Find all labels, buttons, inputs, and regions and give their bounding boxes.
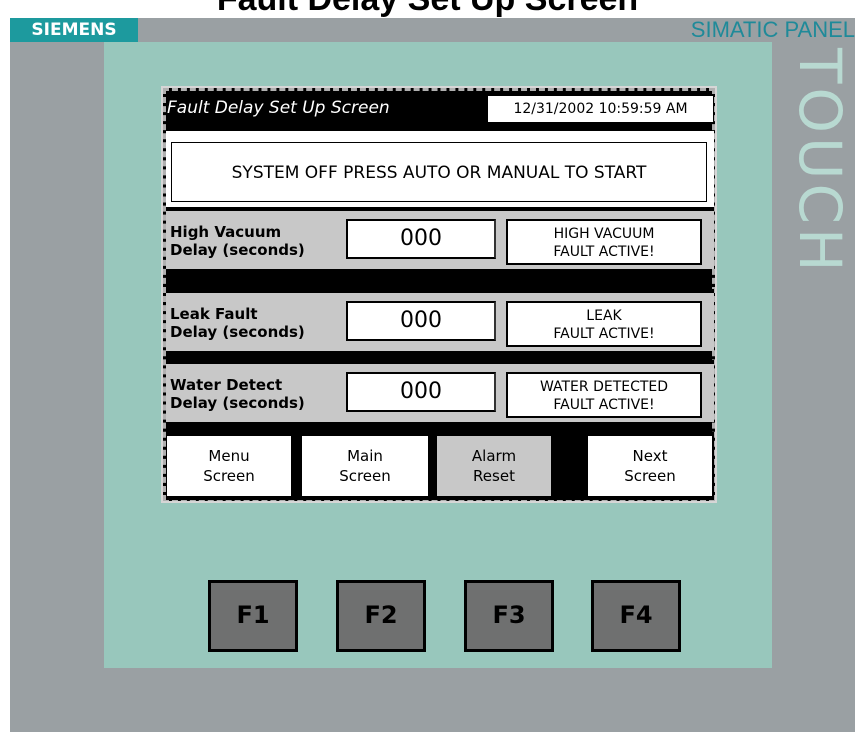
fault-line1: LEAK — [586, 308, 622, 324]
datetime-display: 12/31/2002 10:59:59 AM — [488, 96, 713, 122]
row-label-line1: Water Detect — [170, 376, 283, 394]
high-vacuum-delay-input[interactable]: 000 — [346, 219, 496, 259]
nav-label-line2: Screen — [624, 467, 676, 485]
leak-fault-row: Leak Fault Delay (seconds) 000 LEAK FAUL… — [166, 289, 714, 351]
high-vacuum-fault-indicator: HIGH VACUUM FAULT ACTIVE! — [506, 219, 702, 265]
f2-key[interactable]: F2 — [336, 580, 426, 652]
nav-label-line1: Alarm — [471, 447, 517, 465]
nav-label-line1: Menu — [208, 447, 250, 465]
status-message: SYSTEM OFF PRESS AUTO OR MANUAL TO START — [171, 142, 707, 202]
simatic-panel-label: SIMATIC PANEL — [690, 17, 855, 42]
row-label-line1: High Vacuum — [170, 223, 282, 241]
nav-label-line1: Next — [632, 447, 668, 465]
leak-fault-indicator: LEAK FAULT ACTIVE! — [506, 301, 702, 347]
nav-label-line2: Reset — [473, 467, 515, 485]
touch-label: TOUCH — [786, 48, 854, 276]
water-detect-fault-indicator: WATER DETECTED FAULT ACTIVE! — [506, 372, 702, 418]
fault-line2: FAULT ACTIVE! — [553, 326, 655, 342]
f3-key[interactable]: F3 — [464, 580, 554, 652]
row-label-line2: Delay (seconds) — [170, 241, 305, 259]
water-detect-row: Water Detect Delay (seconds) 000 WATER D… — [166, 360, 714, 422]
screen-title: Fault Delay Set Up Screen — [167, 98, 390, 118]
water-detect-delay-input[interactable]: 000 — [346, 372, 496, 412]
row-label-line2: Delay (seconds) — [170, 323, 305, 341]
next-screen-button[interactable]: Next Screen — [588, 436, 712, 496]
siemens-logo: SIEMENS — [10, 18, 138, 42]
f4-key[interactable]: F4 — [591, 580, 681, 652]
fault-line2: FAULT ACTIVE! — [553, 244, 655, 260]
fault-line1: WATER DETECTED — [539, 379, 669, 395]
menu-screen-button[interactable]: Menu Screen — [167, 436, 291, 496]
leak-fault-delay-input[interactable]: 000 — [346, 301, 496, 341]
f1-key[interactable]: F1 — [208, 580, 298, 652]
fault-line1: HIGH VACUUM — [553, 226, 655, 242]
main-screen-button[interactable]: Main Screen — [302, 436, 428, 496]
water-detect-label: Water Detect Delay (seconds) — [170, 376, 342, 412]
high-vacuum-label: High Vacuum Delay (seconds) — [170, 223, 342, 259]
row-label-line2: Delay (seconds) — [170, 394, 305, 412]
nav-label-line2: Screen — [339, 467, 391, 485]
fault-line2: FAULT ACTIVE! — [553, 397, 655, 413]
nav-label-line2: Screen — [203, 467, 255, 485]
row-label-line1: Leak Fault — [170, 305, 258, 323]
leak-fault-label: Leak Fault Delay (seconds) — [170, 305, 342, 341]
nav-label-line1: Main — [347, 447, 383, 465]
high-vacuum-row: High Vacuum Delay (seconds) 000 HIGH VAC… — [166, 207, 714, 269]
alarm-reset-button[interactable]: Alarm Reset — [437, 436, 551, 496]
